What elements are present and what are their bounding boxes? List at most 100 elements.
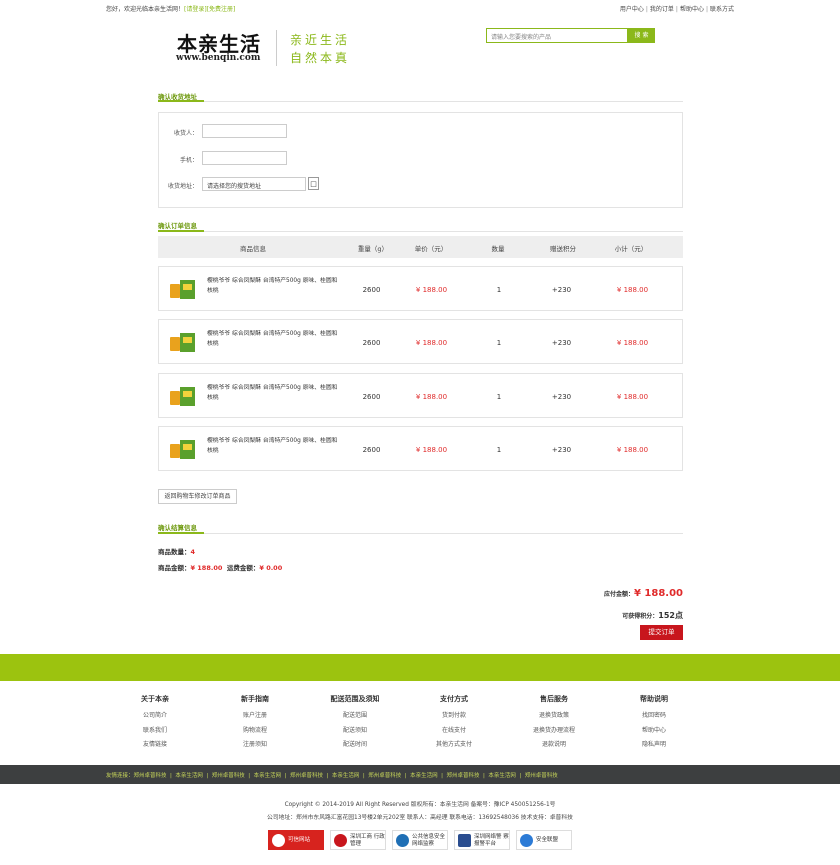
footer-link[interactable]: 注册须知 <box>210 738 300 753</box>
friend-link[interactable]: 本亲生活网 <box>175 773 203 779</box>
footer-column-title: 关于本亲 <box>141 695 169 703</box>
badge-label: 公共信息安全 网络监察 <box>412 834 446 847</box>
footer-column-title: 帮助说明 <box>640 695 668 703</box>
receiver-input[interactable] <box>202 124 287 138</box>
company-address: 公司地址：郑州市东风路汇富花园13号楼2单元202室 联系人：高经理 联系电话：… <box>267 815 573 821</box>
amount-value: ¥ 188.00 <box>190 564 223 572</box>
footer-column: 关于本亲 公司简介 联系我们 友情链接 <box>110 694 200 753</box>
footer-column-title: 支付方式 <box>440 695 468 703</box>
product-thumbnail[interactable] <box>168 385 198 407</box>
submit-order-button[interactable]: 提交订单 <box>640 625 683 640</box>
user-center-link[interactable]: 用户中心 <box>620 6 644 13</box>
price-cell: ¥ 188.00 <box>415 446 448 454</box>
points-cell: +230 <box>551 339 572 347</box>
weight-cell: 2600 <box>362 286 381 294</box>
quantity-cell: 1 <box>496 446 502 454</box>
footer-link[interactable]: 货到付款 <box>409 709 499 724</box>
footer-column-title: 售后服务 <box>540 695 568 703</box>
weight-cell: 2600 <box>362 446 381 454</box>
settlement-section-title: 确认结算信息 <box>158 524 197 532</box>
badge-label: 深圳工商 行政管理 <box>350 834 385 847</box>
order-row: 樱桃爷爷 综合凤梨酥 台湾特产500g 原味、桂圆和核桃 2600 ¥ 188.… <box>158 266 683 311</box>
friend-link[interactable]: 本亲生活网 <box>410 773 438 779</box>
footer-link[interactable]: 退换货办理流程 <box>509 724 599 739</box>
footer-column: 售后服务 退换货政策 退换货办理流程 退款说明 <box>509 694 599 753</box>
subtotal-cell: ¥ 188.00 <box>616 446 649 454</box>
footer-link[interactable]: 帮助中心 <box>609 724 699 739</box>
points-cell: +230 <box>551 286 572 294</box>
safety-alliance-badge[interactable]: 安全联盟 <box>516 830 572 850</box>
address-book-icon[interactable]: □ <box>308 177 319 190</box>
points-earned: 可获得积分：152点 <box>622 610 683 621</box>
footer-link[interactable]: 账户注册 <box>210 709 300 724</box>
footer-link[interactable]: 退款说明 <box>509 738 599 753</box>
footer-column-title: 新手指南 <box>241 695 269 703</box>
friend-link[interactable]: 郑州卓普科技 <box>368 773 401 779</box>
product-thumbnail[interactable] <box>168 278 198 300</box>
subtotal-cell: ¥ 188.00 <box>616 286 649 294</box>
police-badge[interactable]: 深圳网络警 察报警平台 <box>454 830 510 850</box>
friend-link[interactable]: 郑州卓普科技 <box>134 773 167 779</box>
top-bar: 您好，欢迎光临本亲生活网！[请登录][免费注册] 用户中心 | 我的订单 | 帮助中心 |… <box>0 0 840 14</box>
payable-label: 应付金额： <box>603 591 634 598</box>
friend-link[interactable]: 本亲生活网 <box>488 773 516 779</box>
column-header: 赠送积分 <box>550 245 576 253</box>
footer-link[interactable]: 配送须知 <box>310 724 400 739</box>
login-link[interactable]: [请登录] <box>184 6 207 13</box>
friend-link[interactable]: 郑州卓普科技 <box>447 773 480 779</box>
footer-link[interactable]: 联系我们 <box>110 724 200 739</box>
footer-link[interactable]: 找回密码 <box>609 709 699 724</box>
product-name[interactable]: 樱桃爷爷 综合凤梨酥 台湾特产500g 原味、桂圆和核桃 <box>207 383 342 403</box>
my-orders-link[interactable]: 我的订单 <box>650 6 674 13</box>
section-divider <box>158 100 683 102</box>
footer-link[interactable]: 配送时间 <box>310 738 400 753</box>
friend-link[interactable]: 郑州卓普科技 <box>525 773 558 779</box>
footer-column-title: 配送范围及须知 <box>330 695 380 703</box>
friend-link[interactable]: 本亲生活网 <box>254 773 282 779</box>
friend-link[interactable]: 本亲生活网 <box>332 773 360 779</box>
address-label: 收货地址： <box>167 183 198 190</box>
section-divider <box>158 532 683 534</box>
badge-label: 深圳网络警 察报警平台 <box>474 834 509 847</box>
footer-link[interactable]: 配送范围 <box>310 709 400 724</box>
column-header: 重量（g） <box>357 245 389 253</box>
friend-links-bar: 友情连接：郑州卓普科技 | 本亲生活网 | 郑州卓普科技 | 本亲生活网 | 郑… <box>0 765 840 784</box>
footer-link[interactable]: 购物流程 <box>210 724 300 739</box>
register-link[interactable]: [免费注册] <box>207 6 236 13</box>
contact-link[interactable]: 联系方式 <box>710 6 734 13</box>
friend-link[interactable]: 郑州卓普科技 <box>212 773 245 779</box>
footer-column: 配送范围及须知 配送范围 配送须知 配送时间 <box>310 694 400 753</box>
footer-link[interactable]: 退换货政策 <box>509 709 599 724</box>
points-cell: +230 <box>551 393 572 401</box>
trusted-site-badge[interactable]: 可信网站 <box>268 830 324 850</box>
weight-cell: 2600 <box>362 339 381 347</box>
footer-link[interactable]: 友情链接 <box>110 738 200 753</box>
footer-column: 新手指南 账户注册 购物流程 注册须知 <box>210 694 300 753</box>
phone-input[interactable] <box>202 151 287 165</box>
footer-link[interactable]: 隐私声明 <box>609 738 699 753</box>
top-links: 用户中心 | 我的订单 | 帮助中心 | 联系方式 <box>619 6 734 13</box>
order-row: 樱桃爷爷 综合凤梨酥 台湾特产500g 原味、桂圆和核桃 2600 ¥ 188.… <box>158 319 683 364</box>
search-input[interactable]: 请输入您要搜索的产品 <box>486 28 628 43</box>
footer-link[interactable]: 公司简介 <box>110 709 200 724</box>
column-header: 商品信息 <box>240 245 266 253</box>
badge-label: 可信网站 <box>288 837 311 843</box>
payable-value: ¥ 188.00 <box>633 588 683 599</box>
product-name[interactable]: 樱桃爷爷 综合凤梨酥 台湾特产500g 原味、桂圆和核桃 <box>207 276 342 296</box>
security-badge[interactable]: 公共信息安全 网络监察 <box>392 830 448 850</box>
slogan-line-1: 亲近生活 <box>290 33 351 47</box>
footer-link[interactable]: 在线支付 <box>409 724 499 739</box>
product-name[interactable]: 樱桃爷爷 综合凤梨酥 台湾特产500g 原味、桂圆和核桃 <box>207 329 342 349</box>
commerce-badge[interactable]: 深圳工商 行政管理 <box>330 830 386 850</box>
order-row: 樱桃爷爷 综合凤梨酥 台湾特产500g 原味、桂圆和核桃 2600 ¥ 188.… <box>158 373 683 418</box>
product-thumbnail[interactable] <box>168 438 198 460</box>
footer-link[interactable]: 其他方式支付 <box>409 738 499 753</box>
friend-link[interactable]: 郑州卓普科技 <box>290 773 323 779</box>
shipping-value: ¥ 0.00 <box>259 564 283 572</box>
product-name[interactable]: 樱桃爷爷 综合凤梨酥 台湾特产500g 原味、桂圆和核桃 <box>207 436 342 456</box>
back-to-cart-button[interactable]: 返回购物车修改订单商品 <box>158 489 237 504</box>
address-select[interactable]: 请选择您的搜货地址 <box>202 177 306 191</box>
product-thumbnail[interactable] <box>168 331 198 353</box>
search-button[interactable]: 搜 索 <box>628 28 655 43</box>
help-center-link[interactable]: 帮助中心 <box>680 6 704 13</box>
